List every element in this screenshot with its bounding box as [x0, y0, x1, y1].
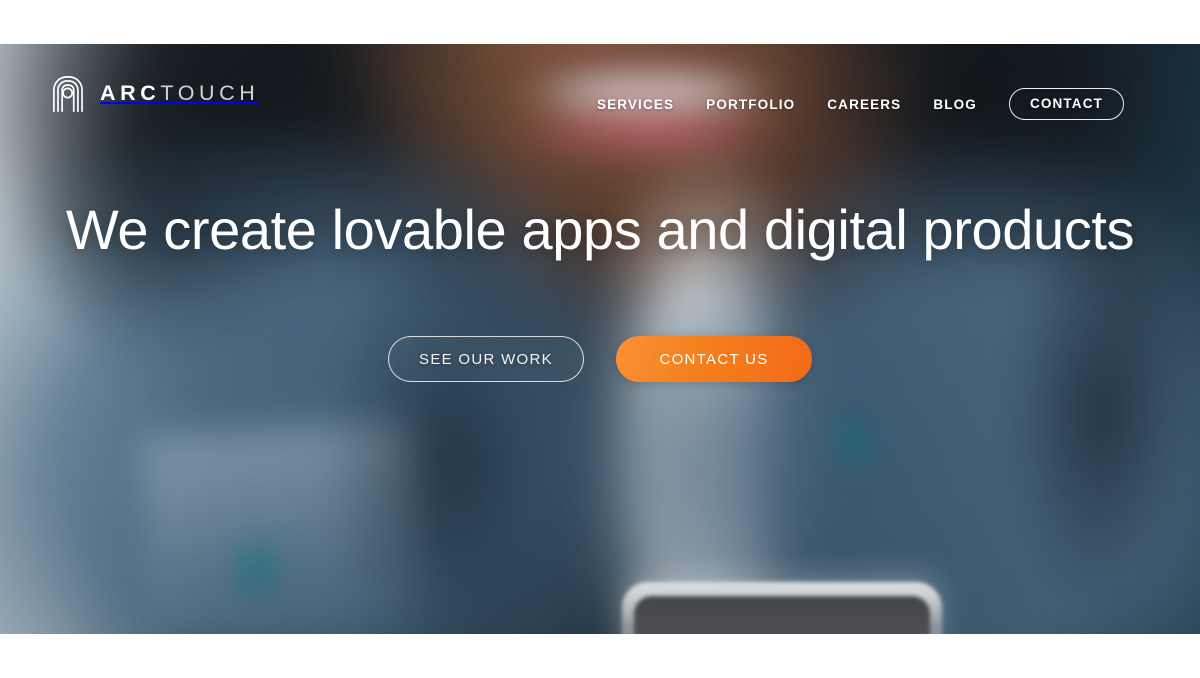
brand-wordmark-arc: ARC [100, 81, 161, 106]
nav-link-careers[interactable]: CAREERS [827, 93, 901, 116]
contact-us-button[interactable]: CONTACT US [616, 336, 812, 382]
hero-cta-row: SEE OUR WORK CONTACT US [0, 336, 1200, 382]
nav-link-portfolio[interactable]: PORTFOLIO [706, 93, 795, 116]
nav-link-services[interactable]: SERVICES [597, 93, 674, 116]
arctouch-arc-logo-icon [53, 76, 83, 113]
brand-wordmark-touch: TOUCH [160, 81, 260, 106]
brand-logo[interactable]: ARCTOUCH [52, 75, 259, 113]
letterbox-top [0, 0, 1200, 44]
primary-navigation: SERVICES PORTFOLIO CAREERS BLOG CONTACT [597, 88, 1124, 120]
hero-copy-block: We create lovable apps and digital produ… [0, 198, 1200, 261]
hero-headline: We create lovable apps and digital produ… [65, 198, 1135, 261]
screenshot-root: ARCTOUCH SERVICES PORTFOLIO CAREERS BLOG… [0, 0, 1200, 678]
see-our-work-button[interactable]: SEE OUR WORK [388, 336, 584, 382]
site-header: ARCTOUCH SERVICES PORTFOLIO CAREERS BLOG… [0, 44, 1200, 156]
nav-link-blog[interactable]: BLOG [933, 93, 977, 116]
letterbox-bottom [0, 634, 1200, 678]
nav-contact-button[interactable]: CONTACT [1008, 88, 1124, 120]
brand-wordmark: ARCTOUCH [100, 83, 259, 105]
